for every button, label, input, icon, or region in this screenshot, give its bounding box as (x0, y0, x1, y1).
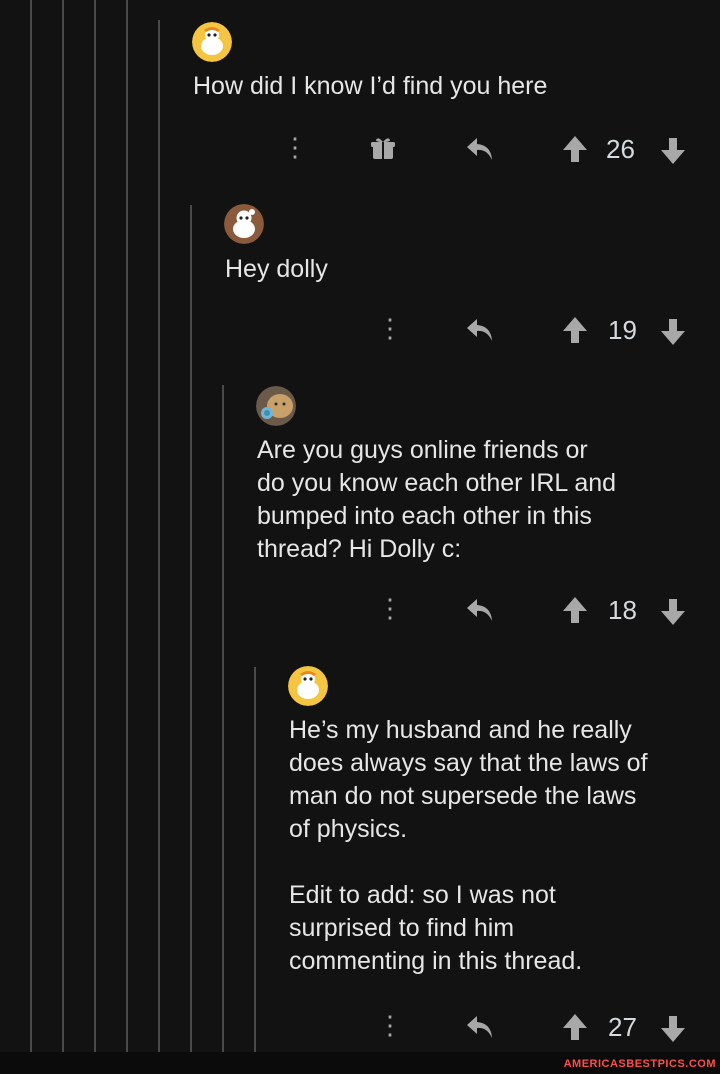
avatar[interactable] (256, 386, 296, 426)
downvote-icon[interactable] (660, 137, 686, 170)
upvote-icon[interactable] (562, 316, 588, 349)
downvote-icon[interactable] (660, 598, 686, 631)
reply-icon[interactable] (465, 136, 495, 167)
upvote-icon[interactable] (562, 1013, 588, 1046)
vote-score: 27 (608, 1012, 637, 1042)
comment: Hey dolly ⋮ 19 (0, 180, 720, 370)
comment-actions: ⋮ 18 (270, 593, 700, 633)
cat-photo-avatar-icon (256, 386, 296, 426)
comment-actions: ⋮ 26 (270, 132, 700, 172)
comment: Are you guys online friends or do you kn… (0, 370, 720, 650)
comment-body: Hey dolly (225, 255, 328, 283)
more-options-icon[interactable]: ⋮ (282, 134, 308, 160)
vote-score: 26 (606, 134, 635, 164)
upvote-icon[interactable] (562, 596, 588, 629)
comment-actions: ⋮ 27 (270, 1010, 700, 1050)
downvote-icon[interactable] (660, 318, 686, 351)
vote-score: 18 (608, 595, 637, 625)
upvote-icon[interactable] (562, 135, 588, 168)
watermark: AMERICASBESTPICS.COM (563, 1058, 716, 1070)
avatar[interactable] (288, 666, 328, 706)
comment-body: Are you guys online friends or do you kn… (257, 436, 617, 563)
snoo-avatar-icon (192, 22, 232, 62)
comment: He’s my husband and he really does alway… (0, 650, 720, 1052)
reply-icon[interactable] (465, 597, 495, 628)
comment: How did I know I’d find you here ⋮ 26 (0, 0, 720, 180)
snoo-avatar-icon (224, 204, 264, 244)
avatar[interactable] (192, 22, 232, 62)
downvote-icon[interactable] (660, 1015, 686, 1048)
more-options-icon[interactable]: ⋮ (377, 595, 403, 621)
reply-icon[interactable] (465, 317, 495, 348)
more-options-icon[interactable]: ⋮ (377, 1012, 403, 1038)
vote-score: 19 (608, 315, 637, 345)
snoo-avatar-icon (288, 666, 328, 706)
award-icon[interactable] (370, 136, 396, 167)
more-options-icon[interactable]: ⋮ (377, 315, 403, 341)
avatar[interactable] (224, 204, 264, 244)
comment-body: How did I know I’d find you here (193, 72, 548, 100)
comment-actions: ⋮ 19 (270, 313, 700, 353)
comment-body: He’s my husband and he really does alway… (289, 716, 648, 975)
reply-icon[interactable] (465, 1014, 495, 1045)
